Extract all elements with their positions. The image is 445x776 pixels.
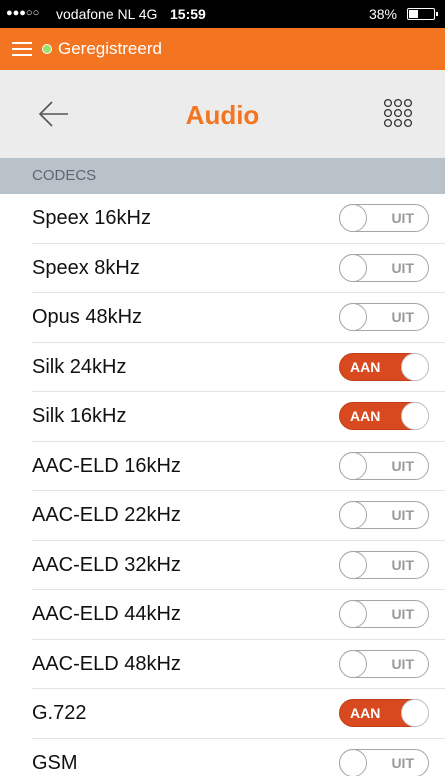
codec-toggle[interactable]: UIT (339, 649, 429, 678)
codec-toggle[interactable]: UIT (339, 600, 429, 628)
battery-percentage: 38% (368, 6, 397, 22)
codec-name: Speex 16kHz (32, 207, 151, 229)
codec-row: Speex 16kHz UIT (32, 194, 445, 244)
codec-toggle[interactable]: AAN (339, 402, 429, 430)
registration-status-label: Geregistreerd (58, 39, 162, 58)
codec-toggle[interactable]: UIT (339, 748, 429, 776)
toggle-label: UIT (391, 210, 414, 226)
page-title: Audio (185, 100, 260, 130)
codec-row: AAC-ELD 44kHz UIT (32, 590, 445, 640)
codec-toggle[interactable]: UIT (339, 303, 429, 331)
toggle-label: UIT (391, 556, 414, 573)
carrier-label: vodafone NL 4G (56, 6, 158, 22)
codec-row: G.722 AAN (32, 689, 445, 739)
toggle-knob (401, 402, 429, 430)
toggle-label: AAN (350, 705, 381, 721)
toggle-knob (339, 501, 367, 529)
section-header-codecs: CODECS (0, 158, 445, 194)
codec-list: Speex 16kHz UIT Speex 8kHz UIT Opus 48kHz UIT… (0, 194, 445, 776)
toggle-label: UIT (391, 457, 414, 474)
toggle-knob (401, 699, 429, 727)
codec-name: Speex 8kHz (32, 256, 140, 279)
toggle-knob (339, 451, 367, 480)
codec-toggle[interactable]: UIT (339, 253, 429, 282)
hamburger-menu-icon[interactable] (12, 40, 32, 58)
codec-toggle[interactable]: UIT (339, 550, 429, 579)
registration-bar: Geregistreerd (0, 28, 445, 70)
codec-name: AAC-ELD 44kHz (32, 603, 181, 625)
codec-name: AAC-ELD 22kHz (32, 504, 181, 526)
codec-row: AAC-ELD 22kHz UIT (32, 491, 445, 541)
toggle-label: UIT (391, 507, 414, 523)
codec-row: AAC-ELD 32kHz UIT (32, 541, 445, 590)
codec-name: AAC-ELD 32kHz (32, 553, 181, 576)
codec-name: Opus 48kHz (32, 306, 143, 328)
toggle-label: AAN (350, 358, 381, 375)
codec-name: AAC-ELD 16kHz (32, 454, 181, 477)
section-label: CODECS (32, 167, 97, 184)
battery-icon (407, 8, 438, 20)
toggle-label: UIT (391, 259, 414, 276)
codec-toggle[interactable]: UIT (339, 501, 429, 529)
codec-row: Opus 48kHz UIT (32, 293, 445, 343)
codec-name: AAC-ELD 48kHz (32, 652, 181, 675)
toggle-knob (339, 204, 367, 232)
toggle-label: AAN (350, 408, 381, 424)
toggle-label: UIT (391, 309, 414, 325)
codec-toggle[interactable]: UIT (339, 451, 429, 480)
toggle-label: UIT (391, 754, 414, 771)
clock: 15:59 (170, 6, 206, 22)
codec-row: AAC-ELD 48kHz UIT (32, 640, 445, 689)
codec-name: G.722 (32, 702, 87, 724)
toggle-knob (339, 600, 367, 628)
toggle-knob (339, 253, 367, 282)
registration-status-dot (42, 44, 52, 54)
screen: ●●●○○ vodafone NL 4G 15:59 38% Geregistr… (0, 0, 445, 776)
codec-toggle[interactable]: AAN (339, 352, 429, 381)
signal-strength: ●●●○○ (6, 7, 40, 19)
toggle-knob (401, 352, 429, 381)
toggle-label: UIT (391, 606, 414, 622)
codec-name: Silk 16kHz (32, 405, 127, 427)
toggle-knob (339, 649, 367, 678)
codec-row: AAC-ELD 16kHz UIT (32, 442, 445, 491)
toggle-knob (339, 303, 367, 331)
codec-row: Silk 24kHz AAN (32, 343, 445, 392)
toggle-knob (339, 748, 367, 776)
codec-toggle[interactable]: UIT (339, 204, 429, 232)
codec-row: Speex 8kHz UIT (32, 244, 445, 293)
toggle-label: UIT (391, 655, 414, 672)
status-bar: ●●●○○ vodafone NL 4G 15:59 38% (0, 0, 445, 28)
codec-name: GSM (32, 751, 78, 774)
toggle-knob (339, 550, 367, 579)
grid-dots-icon[interactable] (383, 98, 413, 128)
codec-toggle[interactable]: AAN (339, 699, 429, 727)
codec-row: GSM UIT (32, 739, 445, 776)
codec-row: Silk 16kHz AAN (32, 392, 445, 442)
codec-name: Silk 24kHz (32, 355, 127, 378)
title-bar: Audio (0, 70, 445, 158)
